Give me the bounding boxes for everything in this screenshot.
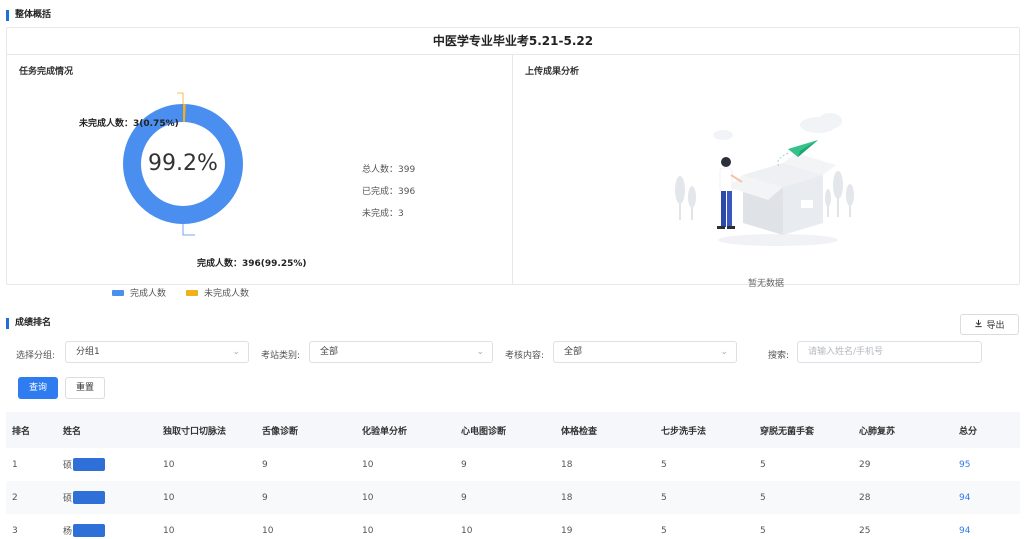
upload-analysis-panel: 上传成果分析 暂无数据 (513, 55, 1019, 289)
cell-score: 18 (561, 459, 573, 470)
cell-score: 5 (661, 525, 667, 536)
group-select-value: 分组1 (76, 347, 100, 357)
cell-score: 5 (661, 492, 667, 503)
name-redaction (73, 524, 106, 537)
cell-score: 10 (362, 459, 374, 470)
ranking-section-title: 成绩排名 (6, 318, 51, 329)
cell-score: 28 (859, 492, 871, 503)
content-filter-label: 考核内容: (505, 351, 545, 361)
completion-donut-chart (123, 92, 243, 236)
name-text: 硕 (63, 461, 73, 471)
group-filter-label: 选择分组: (16, 351, 56, 361)
cell-score: 10 (163, 459, 175, 470)
cell-score: 5 (760, 459, 766, 470)
cell-rank: 3 (12, 525, 18, 536)
query-button[interactable]: 查询 (18, 377, 58, 399)
col-item-2: 舌像诊断 (262, 426, 299, 437)
stat-total: 总人数：399 (362, 165, 416, 175)
cell-score: 5 (661, 459, 667, 470)
name-redaction (73, 491, 106, 504)
cell-score: 25 (859, 525, 871, 536)
cell-score: 19 (561, 525, 573, 536)
col-item-1: 独取寸口切脉法 (163, 426, 227, 437)
legend-completed[interactable]: 完成人数 (112, 286, 166, 299)
cell-total[interactable]: 95 (959, 448, 970, 481)
cell-score: 9 (262, 459, 268, 470)
table-row[interactable]: 1 硕 10 9 10 9 18 5 5 29 95 (6, 448, 1020, 481)
cell-total[interactable]: 94 (959, 514, 970, 539)
ranking-table: 排名 姓名 独取寸口切脉法 舌像诊断 化验单分析 心电图诊断 体格检查 七步洗手… (6, 412, 1020, 539)
uncompleted-callout: 未完成人数：3(0.75%) (79, 119, 179, 129)
cell-score: 29 (859, 459, 871, 470)
export-button[interactable]: 导出 (960, 314, 1019, 335)
chevron-down-icon: ⌄ (232, 347, 240, 357)
cell-score: 10 (163, 525, 175, 536)
download-icon (974, 319, 983, 331)
cell-score: 10 (262, 525, 274, 536)
station-select-value: 全部 (320, 347, 339, 357)
empty-state-text: 暂无数据 (747, 279, 784, 289)
col-item-8: 心肺复苏 (859, 426, 896, 437)
exam-title: 中医学专业毕业考5.21-5.22 (7, 28, 1019, 55)
name-redaction (73, 458, 106, 471)
legend-uncompleted-swatch (186, 289, 199, 296)
upload-analysis-title: 上传成果分析 (525, 67, 580, 77)
stat-done: 已完成：396 (362, 187, 416, 197)
col-item-6: 七步洗手法 (661, 426, 707, 437)
cell-rank: 1 (12, 459, 18, 470)
chart-legend: 完成人数 未完成人数 (112, 286, 269, 299)
completion-stats: 总人数：399 已完成：396 未完成：3 (362, 165, 415, 231)
chevron-down-icon: ⌄ (720, 347, 728, 357)
table-row[interactable]: 2 硕 10 9 10 9 18 5 5 28 94 (6, 481, 1020, 514)
content-select-value: 全部 (564, 347, 583, 357)
cell-score: 18 (561, 492, 573, 503)
station-filter-label: 考站类别: (261, 351, 301, 361)
stat-undone: 未完成：3 (362, 209, 404, 219)
cell-name: 硕 (63, 481, 106, 514)
reset-button[interactable]: 重置 (65, 377, 105, 399)
cell-score: 10 (461, 525, 473, 536)
name-text: 杨 (63, 527, 73, 537)
table-row[interactable]: 3 杨 10 10 10 10 19 5 5 25 94 (6, 514, 1020, 539)
search-label: 搜索: (768, 351, 790, 361)
cell-score: 5 (760, 492, 766, 503)
overview-card: 中医学专业毕业考5.21-5.22 任务完成情况 99.2% 未完成人数：3(0… (6, 27, 1020, 299)
station-select[interactable]: 全部 ⌄ (309, 341, 493, 363)
cell-total[interactable]: 94 (959, 481, 970, 514)
col-item-5: 体格检查 (561, 426, 598, 437)
col-rank: 排名 (12, 426, 31, 437)
table-header: 排名 姓名 独取寸口切脉法 舌像诊断 化验单分析 心电图诊断 体格检查 七步洗手… (6, 412, 1020, 448)
empty-state-illustration (675, 113, 854, 246)
col-item-7: 穿脱无菌手套 (760, 426, 815, 437)
name-text: 硕 (63, 494, 73, 504)
col-item-4: 心电图诊断 (461, 426, 507, 437)
cell-score: 5 (760, 525, 766, 536)
col-name: 姓名 (63, 426, 82, 437)
cell-score: 9 (262, 492, 268, 503)
cell-name: 硕 (63, 448, 106, 481)
legend-uncompleted[interactable]: 未完成人数 (186, 286, 249, 299)
legend-uncompleted-label: 未完成人数 (204, 289, 250, 299)
col-item-3: 化验单分析 (362, 426, 408, 437)
cell-score: 9 (461, 492, 467, 503)
group-select[interactable]: 分组1 ⌄ (65, 341, 249, 363)
completed-callout: 完成人数：396(99.25%) (197, 259, 307, 269)
cell-score: 9 (461, 459, 467, 470)
cell-name: 杨 (63, 514, 106, 539)
legend-completed-label: 完成人数 (130, 289, 167, 299)
cell-score: 10 (362, 492, 374, 503)
cell-rank: 2 (12, 492, 18, 503)
content-select[interactable]: 全部 ⌄ (553, 341, 737, 363)
cell-score: 10 (163, 492, 175, 503)
col-total: 总分 (959, 426, 978, 437)
task-completion-panel: 任务完成情况 99.2% 未完成人数：3(0.75%) 完成人数：396(99.… (7, 55, 513, 299)
legend-completed-swatch (112, 289, 124, 296)
search-input[interactable]: 请输入姓名/手机号 (797, 341, 982, 363)
cell-score: 10 (362, 525, 374, 536)
overview-section-title: 整体概括 (6, 10, 51, 21)
chevron-down-icon: ⌄ (476, 347, 484, 357)
export-label: 导出 (986, 321, 1005, 331)
